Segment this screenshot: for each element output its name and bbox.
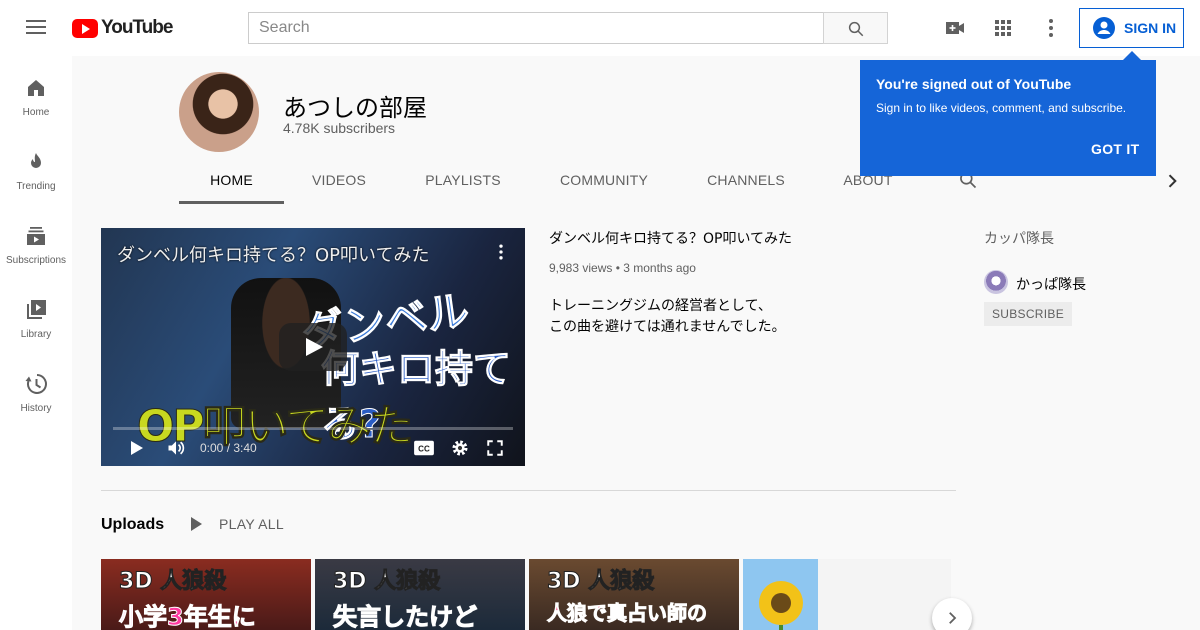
channel-avatar[interactable] [179, 72, 259, 152]
description-line: トレーニングジムの経営者として、 [549, 298, 772, 314]
progress-bar[interactable] [113, 427, 513, 430]
sidebar-item-subscriptions[interactable]: Subscriptions [0, 204, 72, 278]
volume-icon[interactable] [165, 438, 187, 458]
sign-in-label: SIGN IN [1124, 20, 1177, 36]
featured-channel-avatar[interactable] [984, 270, 1008, 294]
tab-playlists[interactable]: PLAYLISTS [394, 164, 532, 204]
tab-community[interactable]: COMMUNITY [532, 164, 676, 204]
svg-text:CC: CC [418, 445, 430, 454]
thumbnail-line: 人狼で真占い師の [547, 601, 708, 626]
thumbnail-line: 3D 人狼殺 [118, 569, 227, 595]
sidebar-item-label: Library [20, 329, 52, 340]
channel-name: あつしの部屋 [283, 94, 427, 122]
tooltip-title: You're signed out of YouTube [876, 76, 1072, 92]
chevron-right-icon[interactable] [1162, 171, 1182, 191]
sidebar: Home Trending Subscriptions Library Hist… [0, 56, 72, 630]
sidebar-item-label: Trending [16, 181, 56, 192]
featured-channel-name[interactable]: かっぱ隊長 [1016, 274, 1086, 294]
gear-icon[interactable] [450, 438, 470, 458]
thumbnail-line: 3D 人狼殺 [332, 569, 441, 595]
featured-video-meta: 9,983 views • 3 months ago [549, 261, 696, 275]
got-it-button[interactable]: GOT IT [1091, 141, 1139, 157]
upload-thumbnail[interactable]: 3D 人狼殺 人狼で真占い師の [529, 559, 739, 630]
thumbnail-line: 失言したけど [333, 603, 478, 630]
create-video-icon[interactable] [943, 16, 967, 40]
captions-icon[interactable]: CC [413, 439, 435, 457]
subscribe-button[interactable]: SUBSCRIBE [984, 302, 1072, 326]
tab-channels[interactable]: CHANNELS [676, 164, 816, 204]
play-icon[interactable] [129, 439, 145, 457]
top-bar: YouTube SIGN IN [0, 0, 1200, 56]
subscriber-count: 4.78K subscribers [283, 120, 396, 136]
upload-thumbnail[interactable] [743, 559, 951, 630]
upload-thumbnail[interactable]: 3D 人狼殺 小学3年生に [101, 559, 311, 630]
sunflower-image [759, 581, 803, 630]
thumbnail-line: 3D 人狼殺 [546, 569, 655, 595]
search-input[interactable] [248, 12, 824, 44]
library-icon [27, 300, 46, 319]
thumbnail-line: 小学3年生に [119, 603, 257, 630]
sign-in-button[interactable]: SIGN IN [1079, 8, 1184, 48]
player-kebab-icon[interactable] [491, 242, 511, 262]
fullscreen-icon[interactable] [486, 439, 504, 457]
featured-video-description: トレーニングジムの経営者として、 この曲を避けては通れませんでした。 [549, 296, 786, 338]
search-icon [848, 21, 864, 37]
account-icon [1093, 17, 1115, 39]
section-divider [101, 490, 956, 491]
upload-thumbnail[interactable]: 3D 人狼殺 失言したけど [315, 559, 525, 630]
logo-text: YouTube [101, 17, 173, 38]
play-logo-icon [72, 18, 98, 38]
signed-out-tooltip: You're signed out of YouTube Sign in to … [860, 51, 1156, 176]
sidebar-item-library[interactable]: Library [0, 278, 72, 352]
description-line: この曲を避けては通れませんでした。 [549, 319, 786, 335]
player-title[interactable]: ダンベル何キロ持てる？OP叩いてみた [117, 241, 429, 267]
uploads-next-button[interactable] [932, 598, 972, 630]
play-all-label: PLAY ALL [219, 516, 284, 532]
sidebar-item-label: History [20, 403, 52, 414]
channel-home-content: ダンベル 何キロ持てる? OP叩いてみた ダンベル何キロ持てる？OP叩いてみた … [72, 204, 1200, 630]
subscriptions-icon [27, 227, 45, 245]
play-all-icon [191, 517, 202, 531]
featured-video-title[interactable]: ダンベル何キロ持てる？OP叩いてみた [549, 228, 792, 248]
flame-icon [31, 153, 41, 168]
settings-kebab-icon[interactable] [1039, 16, 1063, 40]
tooltip-body: Sign in to like videos, comment, and sub… [876, 101, 1127, 115]
sidebar-item-home[interactable]: Home [0, 56, 72, 130]
video-player[interactable]: ダンベル 何キロ持てる? OP叩いてみた ダンベル何キロ持てる？OP叩いてみた … [101, 228, 525, 466]
play-all-button[interactable]: PLAY ALL [187, 516, 284, 532]
menu-icon[interactable] [24, 16, 48, 40]
sidebar-item-label: Home [22, 107, 50, 118]
uploads-title[interactable]: Uploads [101, 516, 164, 534]
chevron-right-icon [949, 612, 957, 624]
tab-home[interactable]: HOME [179, 164, 284, 204]
sidebar-item-history[interactable]: History [0, 352, 72, 426]
youtube-logo[interactable]: YouTube [72, 17, 173, 39]
search-button[interactable] [823, 12, 888, 44]
sidebar-item-label: Subscriptions [5, 255, 67, 266]
home-icon [28, 80, 44, 96]
apps-grid-icon[interactable] [991, 16, 1015, 40]
sidebar-item-trending[interactable]: Trending [0, 130, 72, 204]
history-icon [25, 374, 47, 394]
player-time: 0:00 / 3:40 [200, 441, 257, 455]
tab-videos[interactable]: VIDEOS [284, 164, 394, 204]
big-play-button[interactable] [279, 323, 347, 371]
featured-channels-heading: カッパ隊長 [984, 231, 1054, 247]
